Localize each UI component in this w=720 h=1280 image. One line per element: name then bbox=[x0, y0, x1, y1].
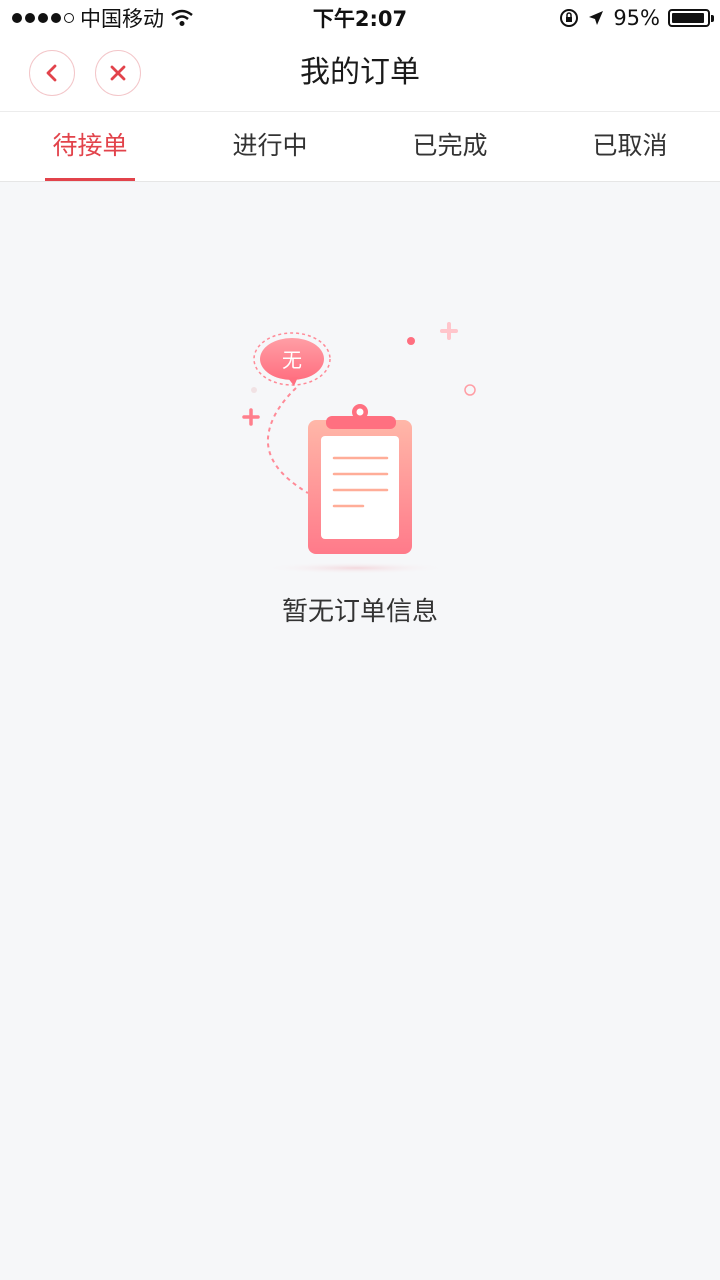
signal-strength-icon bbox=[12, 13, 74, 23]
empty-badge-text: 无 bbox=[282, 348, 302, 372]
status-bar: 中国移动 下午2:07 95% bbox=[0, 0, 720, 36]
empty-state: 无 暂无订单信息 bbox=[0, 182, 720, 1280]
status-left: 中国移动 bbox=[12, 3, 194, 33]
navigation-bar: 我的订单 bbox=[0, 36, 720, 112]
order-status-tabs: 待接单 进行中 已完成 已取消 bbox=[0, 112, 720, 182]
orientation-lock-icon bbox=[560, 9, 579, 27]
carrier-name: 中国移动 bbox=[80, 7, 164, 31]
tab-pending[interactable]: 待接单 bbox=[0, 112, 180, 181]
empty-state-message: 暂无订单信息 bbox=[281, 597, 438, 627]
tab-completed[interactable]: 已完成 bbox=[360, 112, 540, 181]
page-title: 我的订单 bbox=[300, 55, 420, 90]
location-arrow-icon bbox=[589, 11, 604, 25]
battery-percent: 95% bbox=[613, 6, 660, 30]
tab-in-progress[interactable]: 进行中 bbox=[180, 112, 360, 181]
status-right: 95% bbox=[559, 6, 714, 30]
clipboard-icon: 无 bbox=[242, 322, 476, 574]
battery-icon bbox=[668, 9, 714, 27]
wifi-icon bbox=[171, 9, 193, 26]
tab-cancelled[interactable]: 已取消 bbox=[540, 112, 720, 181]
